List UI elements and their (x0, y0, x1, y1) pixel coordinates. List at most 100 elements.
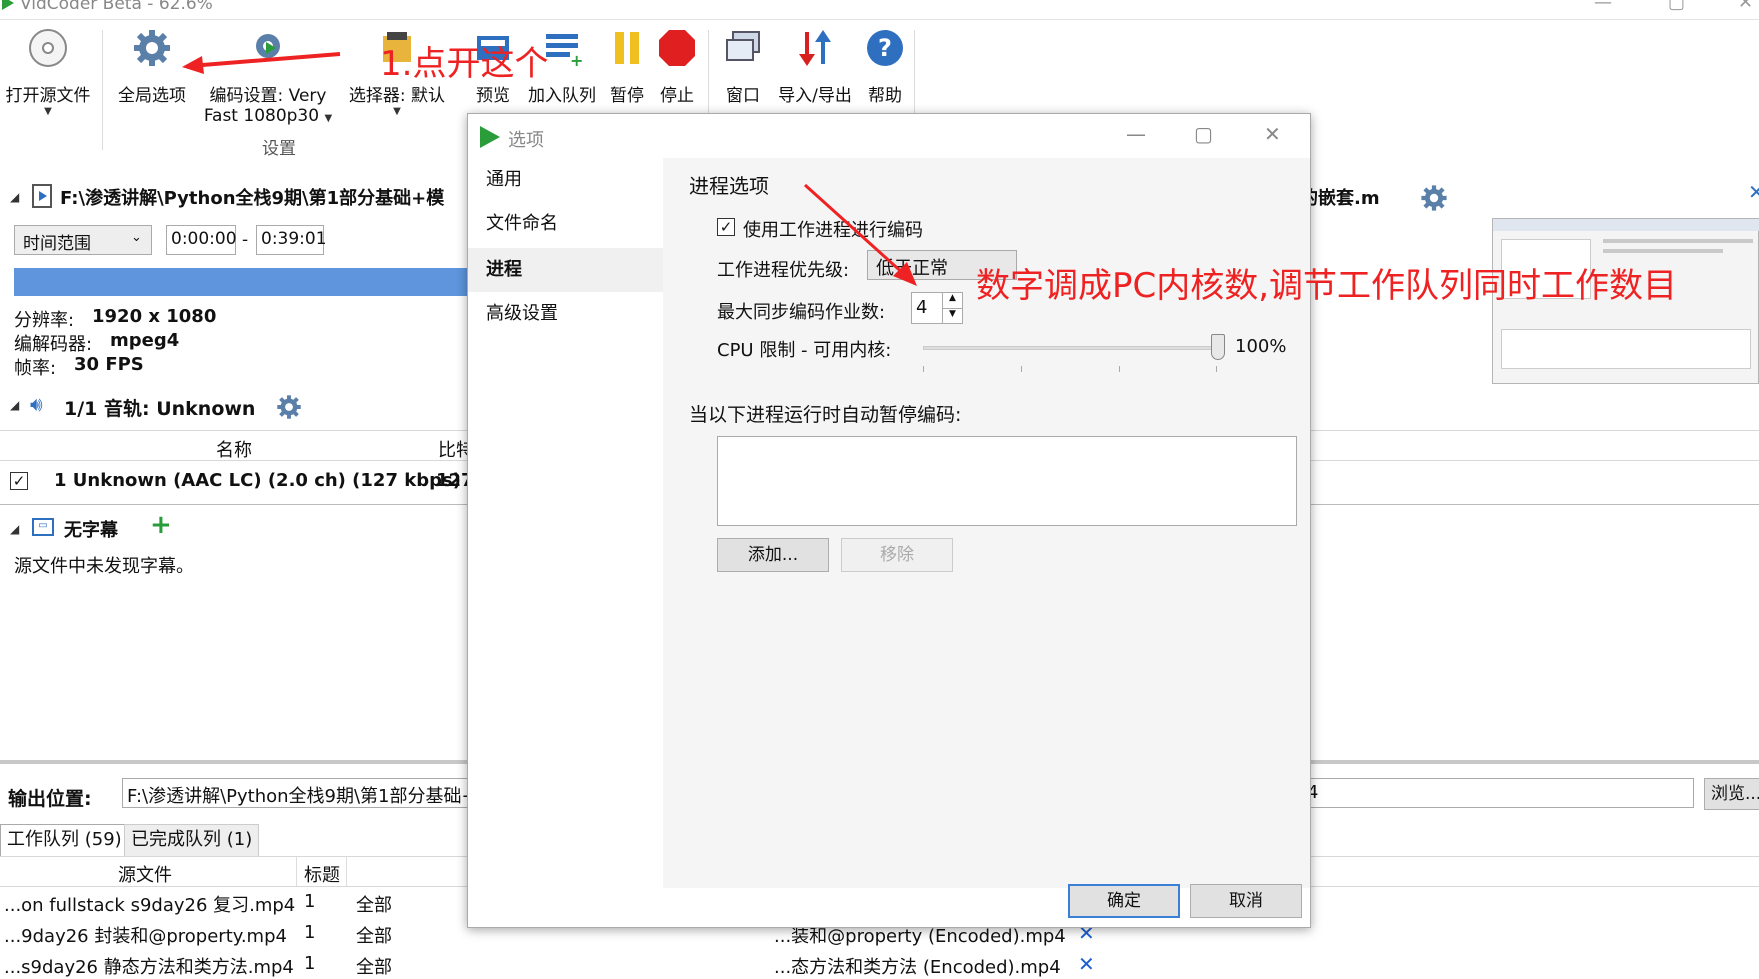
import-export-label: 导入/导出 (778, 86, 852, 106)
ribbon-separator (708, 30, 709, 120)
open-source-label: 打开源文件 (5, 86, 91, 106)
queue-col-sep (346, 856, 347, 886)
start-time-value: 0:00:00 (171, 229, 237, 249)
fps-value: 30 FPS (74, 354, 144, 375)
dialog-title-bar: 选项 — ▢ ✕ (468, 114, 1310, 158)
use-worker-checkbox[interactable]: ✓ (717, 218, 735, 236)
help-button[interactable]: ? 帮助 (862, 28, 908, 106)
cpu-limit-value: 100% (1235, 336, 1287, 357)
svg-text:+: + (570, 51, 582, 68)
output-path-value: F:\渗透讲解\Python全栈9期\第1部分基础+ (127, 786, 467, 807)
remove-job-icon[interactable]: ✕ (1078, 952, 1095, 976)
add-subtitle-icon[interactable]: + (150, 510, 172, 540)
dialog-close-icon[interactable]: ✕ (1264, 122, 1281, 146)
fps-label: 帧率: (14, 358, 57, 379)
stop-button[interactable]: 停止 (656, 28, 698, 106)
nav-general[interactable]: 通用 (468, 158, 663, 202)
global-options-label: 全局选项 (118, 86, 186, 106)
import-export-button[interactable]: 导入/导出 (770, 28, 860, 106)
cpu-limit-label: CPU 限制 - 可用内核: (717, 340, 892, 361)
max-jobs-input[interactable]: 4 ▲ ▼ (911, 292, 963, 324)
codec-value: mpeg4 (110, 330, 180, 351)
window-button[interactable]: 窗口 (720, 28, 766, 106)
help-label: 帮助 (868, 86, 902, 106)
audio-track-row: 1 Unknown (AAC LC) (2.0 ch) (127 kbps) (54, 470, 461, 491)
source-path: F:\渗透讲解\Python全栈9期\第1部分基础+模 (60, 188, 445, 209)
queue-row[interactable]: ...s9day26 静态方法和类方法.mp4 1 全部 ...态方法和类方法 … (0, 950, 1759, 978)
cpu-slider-track[interactable] (923, 346, 1217, 350)
maximize-icon[interactable]: ▢ (1668, 0, 1688, 13)
end-time-value: 0:39:01 (261, 229, 327, 249)
audio-track-checkbox[interactable]: ✓ (10, 472, 28, 490)
add-process-button[interactable]: 添加... (717, 538, 829, 572)
queue-row-range: 全部 (356, 957, 392, 978)
nav-file-naming[interactable]: 文件命名 (468, 202, 663, 246)
collapse-triangle-icon[interactable]: ◢ (10, 522, 19, 536)
nav-advanced[interactable]: 高级设置 (468, 292, 663, 336)
options-nav: 通用 文件命名 进程 高级设置 (468, 158, 663, 888)
auto-pause-list[interactable] (717, 436, 1297, 526)
close-source-icon[interactable]: ✕ (1748, 180, 1759, 204)
dialog-maximize-icon[interactable]: ▢ (1194, 122, 1213, 146)
cpu-slider-thumb[interactable] (1211, 334, 1225, 360)
encoding-preset-label: Fast 1080p30 ▼ (203, 106, 333, 126)
queue-row-dest: ...态方法和类方法 (Encoded).mp4 (774, 957, 1061, 978)
queue-row-source: ...s9day26 静态方法和类方法.mp4 (4, 957, 294, 978)
stepper-down-icon[interactable]: ▼ (942, 308, 962, 323)
collapse-triangle-icon[interactable]: ◢ (10, 190, 19, 204)
cancel-button[interactable]: 取消 (1190, 884, 1302, 918)
app-play-icon (480, 126, 500, 148)
range-dash: - (242, 230, 249, 250)
resolution-label: 分辨率: (14, 310, 75, 331)
encoding-settings-label: 编码设置: Very (209, 86, 327, 106)
cpu-slider-ticks (923, 366, 1217, 372)
queue-row-source: ...on fullstack s9day26 复习.mp4 (4, 895, 296, 916)
subtitle-icon: ▭ (32, 518, 54, 536)
svg-text:?: ? (878, 34, 892, 62)
stop-icon (659, 30, 695, 66)
ribbon-separator (102, 30, 103, 150)
app-icon (2, 0, 14, 10)
source-path-tail: 的嵌套.m (1300, 188, 1380, 209)
codec-label: 编解码器: (14, 334, 93, 355)
window-label: 窗口 (726, 86, 760, 106)
queue-col-source: 源文件 (118, 865, 172, 886)
dialog-minimize-icon[interactable]: — (1126, 122, 1146, 146)
start-time-input[interactable]: 0:00:00 (166, 225, 237, 255)
subtitle-header: 无字幕 (64, 520, 118, 541)
ok-button[interactable]: 确定 (1068, 884, 1180, 918)
nav-process[interactable]: 进程 (468, 248, 663, 292)
output-label: 输出位置: (8, 788, 92, 810)
time-range-bar[interactable] (14, 268, 470, 296)
tab-work-queue[interactable]: 工作队列 (59) (0, 824, 129, 856)
source-gear-icon[interactable] (1420, 184, 1448, 212)
close-icon[interactable]: ✕ (1738, 0, 1758, 13)
minimize-icon[interactable]: — (1594, 0, 1614, 13)
speaker-icon: 🔊︎ (30, 392, 43, 416)
open-source-button[interactable]: 打开源文件 ▼ (2, 28, 94, 117)
auto-pause-label: 当以下进程运行时自动暂停编码: (689, 404, 962, 426)
audio-track-header: 1/1 音轨: Unknown (64, 398, 256, 420)
audio-col-name: 名称 (216, 440, 252, 461)
help-icon: ? (867, 30, 903, 66)
browse-button[interactable]: 浏览... (1704, 778, 1759, 810)
pause-icon (615, 32, 639, 64)
pause-button[interactable]: 暂停 (606, 28, 648, 106)
annotation-arrow-icon (803, 183, 917, 286)
queue-row-title: 1 (304, 922, 316, 943)
tab-completed-queue[interactable]: 已完成队列 (1) (124, 824, 260, 856)
queue-col-title: 标题 (304, 865, 340, 886)
audio-gear-icon[interactable] (276, 394, 302, 420)
remove-process-button[interactable]: 移除 (841, 538, 953, 572)
dialog-title: 选项 (508, 130, 544, 151)
import-export-icon (799, 30, 831, 66)
stepper-up-icon[interactable]: ▲ (942, 293, 962, 308)
window-title-bar: VidCoder Beta - 62.6% — ▢ ✕ (0, 0, 1759, 20)
end-time-input[interactable]: 0:39:01 (256, 225, 327, 255)
disc-icon (29, 29, 67, 67)
settings-group-label: 设置 (262, 139, 296, 159)
chevron-down-icon: ⌄ (131, 230, 142, 245)
collapse-triangle-icon[interactable]: ◢ (10, 398, 19, 412)
range-type-select[interactable]: 时间范围 ⌄ (14, 225, 152, 255)
annotation-arrow-icon (182, 52, 341, 74)
